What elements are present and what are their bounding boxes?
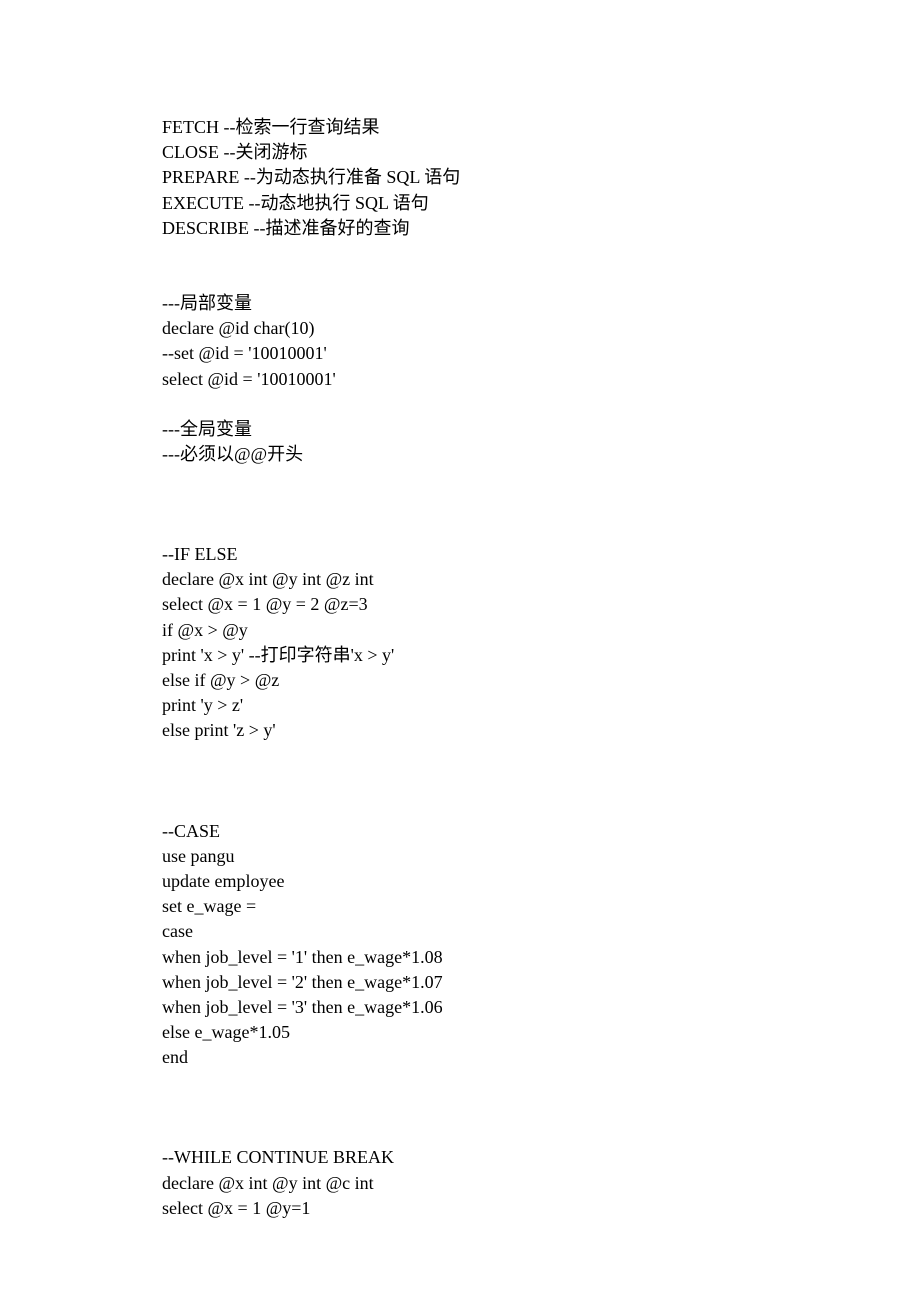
code-line: select @x = 1 @y=1 <box>162 1196 760 1221</box>
blank-space <box>162 467 760 517</box>
code-line: declare @x int @y int @c int <box>162 1171 760 1196</box>
blank-space <box>162 392 760 417</box>
code-line: case <box>162 919 760 944</box>
blank-space <box>162 1070 760 1120</box>
code-line: else e_wage*1.05 <box>162 1020 760 1045</box>
code-line: declare @x int @y int @z int <box>162 567 760 592</box>
code-line: declare @id char(10) <box>162 316 760 341</box>
code-line: --set @id = '10010001' <box>162 341 760 366</box>
code-line: ---全局变量 <box>162 417 760 442</box>
code-line: --IF ELSE <box>162 542 760 567</box>
code-line: update employee <box>162 869 760 894</box>
code-line: select @id = '10010001' <box>162 367 760 392</box>
code-line: print 'y > z' <box>162 693 760 718</box>
code-line: if @x > @y <box>162 618 760 643</box>
code-line: else print 'z > y' <box>162 718 760 743</box>
code-line: CLOSE --关闭游标 <box>162 140 760 165</box>
code-line: --WHILE CONTINUE BREAK <box>162 1145 760 1170</box>
code-line: EXECUTE --动态地执行 SQL 语句 <box>162 191 760 216</box>
code-line: end <box>162 1045 760 1070</box>
code-line: set e_wage = <box>162 894 760 919</box>
code-line: print 'x > y' --打印字符串'x > y' <box>162 643 760 668</box>
blank-space <box>162 794 760 819</box>
blank-space <box>162 1120 760 1145</box>
code-line: FETCH --检索一行查询结果 <box>162 115 760 140</box>
blank-space <box>162 744 760 794</box>
code-line: --CASE <box>162 819 760 844</box>
code-line: ---局部变量 <box>162 291 760 316</box>
code-line: when job_level = '3' then e_wage*1.06 <box>162 995 760 1020</box>
document-page: FETCH --检索一行查询结果 CLOSE --关闭游标 PREPARE --… <box>0 0 920 1221</box>
code-line: else if @y > @z <box>162 668 760 693</box>
code-line: PREPARE --为动态执行准备 SQL 语句 <box>162 165 760 190</box>
code-line: when job_level = '1' then e_wage*1.08 <box>162 945 760 970</box>
code-line: DESCRIBE --描述准备好的查询 <box>162 216 760 241</box>
code-line: ---必须以@@开头 <box>162 442 760 467</box>
code-line: select @x = 1 @y = 2 @z=3 <box>162 592 760 617</box>
code-line: use pangu <box>162 844 760 869</box>
code-line: when job_level = '2' then e_wage*1.07 <box>162 970 760 995</box>
blank-space <box>162 517 760 542</box>
blank-space <box>162 241 760 291</box>
